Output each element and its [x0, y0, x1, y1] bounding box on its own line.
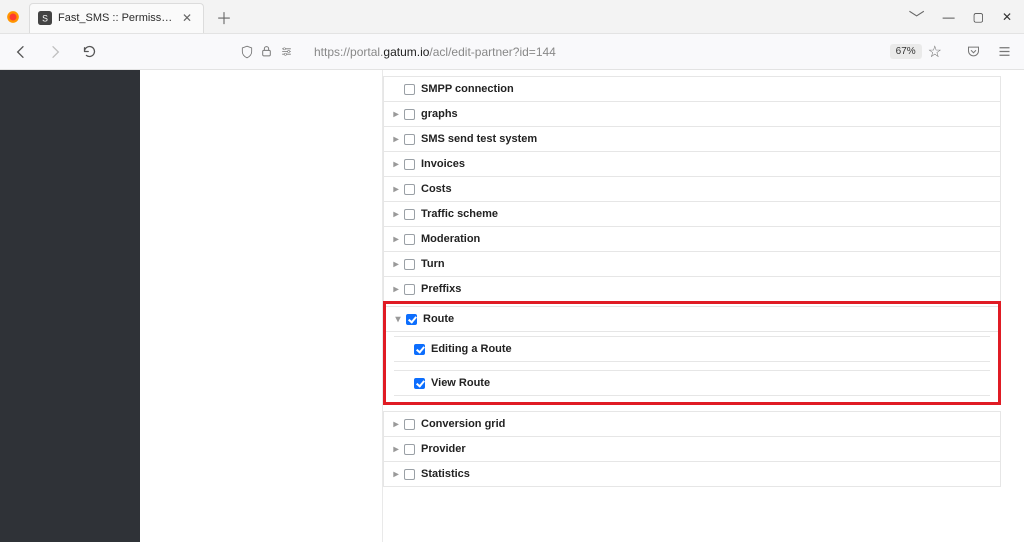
content-area: ▸ SMPP connection ▸ graphs ▸ SMS send te… [0, 70, 1024, 542]
perm-checkbox-route[interactable] [406, 314, 417, 325]
forward-button [42, 39, 68, 65]
perm-label: Preffixs [421, 283, 461, 295]
browser-tab[interactable]: S Fast_SMS :: Permissions ✕ [29, 3, 204, 33]
perm-checkbox-costs[interactable] [404, 184, 415, 195]
tree-toggle-icon[interactable]: ▸ [392, 234, 400, 245]
lock-icon[interactable] [260, 45, 273, 58]
tree-toggle-icon[interactable]: ▸ [392, 209, 400, 220]
shield-icon[interactable] [240, 45, 254, 59]
perm-checkbox-preffixs[interactable] [404, 284, 415, 295]
highlight-route-box: ▾ Route Editing a Route View Route [383, 301, 1001, 405]
perm-checkbox-view-route[interactable] [414, 378, 425, 389]
perm-label: Turn [421, 258, 445, 270]
perm-row-smpp[interactable]: ▸ SMPP connection [383, 76, 1001, 102]
back-button[interactable] [8, 39, 34, 65]
perm-row-sms-test[interactable]: ▸ SMS send test system [383, 127, 1001, 152]
window-controls: — ▢ ✕ [943, 10, 1024, 24]
perm-row-traffic[interactable]: ▸ Traffic scheme [383, 202, 1001, 227]
address-bar[interactable]: https://portal.gatum.io/acl/edit-partner… [308, 39, 948, 65]
perm-row-costs[interactable]: ▸ Costs [383, 177, 1001, 202]
perm-row-route[interactable]: ▾ Route [386, 306, 998, 332]
tree-toggle-icon[interactable]: ▸ [392, 469, 400, 480]
maximize-button[interactable]: ▢ [973, 10, 984, 24]
tree-toggle-icon[interactable]: ▸ [392, 284, 400, 295]
svg-text:S: S [42, 14, 48, 24]
new-tab-button[interactable]: ＋ [212, 5, 236, 29]
perm-checkbox-conv-grid[interactable] [404, 419, 415, 430]
perm-label: SMPP connection [421, 83, 514, 95]
bookmark-star-icon[interactable]: ☆ [928, 42, 942, 62]
firefox-icon [6, 10, 20, 24]
perm-row-statistics[interactable]: ▸ Statistics [383, 462, 1001, 487]
url-toolbar: https://portal.gatum.io/acl/edit-partner… [0, 34, 1024, 70]
tree-toggle-icon[interactable]: ▸ [392, 134, 400, 145]
perm-checkbox-traffic[interactable] [404, 209, 415, 220]
permissions-tune-icon[interactable] [279, 45, 294, 58]
minimize-button[interactable]: — [943, 10, 955, 24]
close-window-button[interactable]: ✕ [1002, 10, 1012, 24]
perm-row-turn[interactable]: ▸ Turn [383, 252, 1001, 277]
perm-checkbox-invoices[interactable] [404, 159, 415, 170]
perm-checkbox-provider[interactable] [404, 444, 415, 455]
arrow-right-icon [47, 44, 63, 60]
arrow-left-icon [13, 44, 29, 60]
perm-row-view-route[interactable]: View Route [394, 370, 990, 396]
perm-label: Provider [421, 443, 466, 455]
perm-row-conv-grid[interactable]: ▸ Conversion grid [383, 411, 1001, 437]
perm-label: Conversion grid [421, 418, 505, 430]
tree-toggle-icon[interactable]: ▸ [392, 259, 400, 270]
perm-checkbox-statistics[interactable] [404, 469, 415, 480]
perm-checkbox-smpp[interactable] [404, 84, 415, 95]
perm-row-moderation[interactable]: ▸ Moderation [383, 227, 1001, 252]
reload-icon [82, 44, 97, 59]
tree-toggle-icon[interactable]: ▸ [392, 159, 400, 170]
perm-label: Route [423, 313, 454, 325]
perm-row-edit-route[interactable]: Editing a Route [394, 336, 990, 362]
tree-toggle-icon[interactable]: ▾ [394, 314, 402, 325]
perm-label: Statistics [421, 468, 470, 480]
perm-row-graphs[interactable]: ▸ graphs [383, 102, 1001, 127]
perm-checkbox-edit-route[interactable] [414, 344, 425, 355]
perm-row-invoices[interactable]: ▸ Invoices [383, 152, 1001, 177]
perm-label: Costs [421, 183, 452, 195]
tab-title: Fast_SMS :: Permissions [58, 12, 173, 24]
url-text: https://portal.gatum.io/acl/edit-partner… [314, 45, 880, 59]
perm-checkbox-turn[interactable] [404, 259, 415, 270]
perm-label: Invoices [421, 158, 465, 170]
perm-row-provider[interactable]: ▸ Provider [383, 437, 1001, 462]
perm-checkbox-sms-test[interactable] [404, 134, 415, 145]
site-security-icons [240, 45, 294, 59]
menu-icon[interactable] [997, 44, 1012, 59]
perm-label: Editing a Route [431, 343, 512, 355]
tab-close-icon[interactable]: ✕ [179, 10, 195, 26]
reload-button[interactable] [76, 39, 102, 65]
tree-toggle-icon[interactable]: ▸ [392, 184, 400, 195]
perm-checkbox-graphs[interactable] [404, 109, 415, 120]
perm-label: Traffic scheme [421, 208, 498, 220]
perm-label: View Route [431, 377, 490, 389]
tree-toggle-icon[interactable]: ▸ [392, 419, 400, 430]
perm-label: graphs [421, 108, 458, 120]
pocket-icon[interactable] [966, 44, 981, 59]
left-light-panel [140, 70, 383, 542]
zoom-badge[interactable]: 67% [890, 44, 922, 59]
tree-toggle-icon[interactable]: ▸ [392, 109, 400, 120]
tab-favicon: S [38, 11, 52, 25]
window-titlebar: S Fast_SMS :: Permissions ✕ ＋ ﹀ — ▢ ✕ [0, 0, 1024, 34]
permissions-list: ▸ SMPP connection ▸ graphs ▸ SMS send te… [383, 76, 1001, 487]
perm-checkbox-moderation[interactable] [404, 234, 415, 245]
perm-row-preffixs[interactable]: ▸ Preffixs [383, 277, 1001, 302]
toolbar-right [966, 44, 1016, 59]
perm-label: SMS send test system [421, 133, 537, 145]
route-children: Editing a Route View Route [394, 336, 990, 396]
tree-toggle-icon[interactable]: ▸ [392, 444, 400, 455]
permissions-panel: ▸ SMPP connection ▸ graphs ▸ SMS send te… [383, 70, 1024, 542]
perm-label: Moderation [421, 233, 480, 245]
overflow-chevron-icon[interactable]: ﹀ [909, 5, 925, 29]
left-dark-panel [0, 70, 140, 542]
